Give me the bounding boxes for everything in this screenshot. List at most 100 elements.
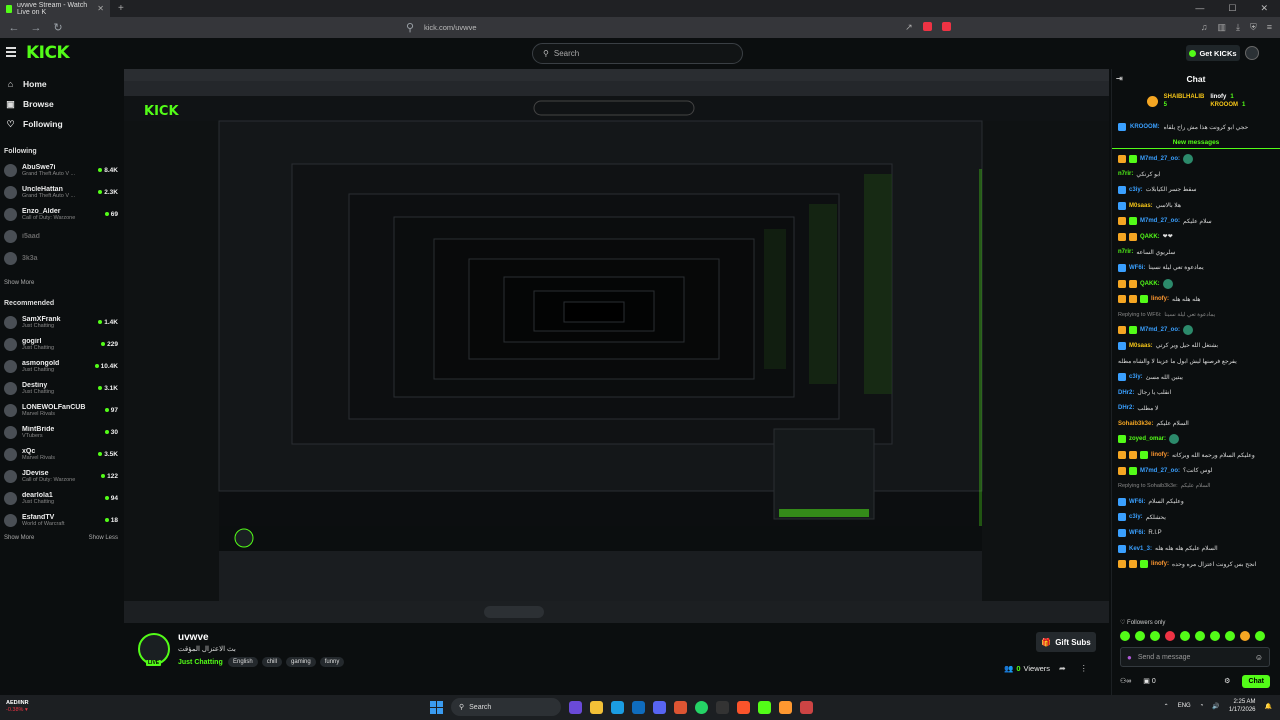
chat-username[interactable]: M7md_27_oo: [1140,468,1180,474]
kicks-chat-icon[interactable]: ⚇∞ [1120,677,1131,685]
shield-icon[interactable]: ⛨ [1250,22,1257,33]
emote[interactable] [1210,631,1220,641]
chat-username[interactable]: c3iy: [1129,514,1143,520]
channel-name[interactable]: uvwve [178,632,209,643]
emoji-icon[interactable]: ☺ [1255,653,1263,662]
sidebar-channel[interactable]: AbuSwe7i Grand Theft Auto V ... 8.4K [0,159,122,181]
emote[interactable] [1165,631,1175,641]
collapse-chat-icon[interactable]: ⇥ [1116,74,1123,83]
discord-icon[interactable] [653,700,666,714]
stream-category[interactable]: Just Chatting [178,659,223,666]
sidebar-channel[interactable]: EsfandTV World of Warcraft 18 [0,509,122,531]
sidebar-channel[interactable]: JDevise Call of Duty: Warzone 122 [0,465,122,487]
edge-icon[interactable] [611,700,624,714]
chat-username[interactable]: WF6i: [1129,530,1145,536]
nav-browse[interactable]: ▣ Browse [0,94,122,114]
emote[interactable] [1195,631,1205,641]
bookmark-icon[interactable]: ⚲ [404,21,416,34]
chat-username[interactable]: linofy: [1151,452,1169,458]
nav-following[interactable]: ♡ Following [0,114,122,134]
kick-app-icon[interactable] [758,700,771,714]
app-icon[interactable] [674,700,687,714]
wifi-icon[interactable]: ◔ [1200,703,1204,709]
steam-icon[interactable] [716,700,729,714]
chat-username[interactable]: M0saas: [1129,343,1153,349]
chat-username[interactable]: zoyed_omar: [1129,436,1166,442]
brave-icon[interactable] [737,700,750,714]
chat-username[interactable]: linofy: [1151,561,1169,567]
notification-icon[interactable]: 🔔 [1265,703,1272,710]
chat-username[interactable]: c3iy: [1129,374,1143,380]
downloads-icon[interactable]: ⤓ [1236,22,1240,33]
tag[interactable]: English [228,657,258,667]
gift-subs-button[interactable]: 🎁 Gift Subs [1036,632,1096,652]
profile-avatar[interactable] [1245,46,1259,60]
tag[interactable]: funny [319,657,345,667]
sidebar-channel[interactable]: asmongold Just Chatting 10.4K [0,355,122,377]
emote[interactable] [1180,631,1190,641]
whatsapp-icon[interactable] [695,700,708,714]
chat-username[interactable]: DHr2: [1118,390,1134,396]
sidebar-channel[interactable]: xQc Marvel Rivals 3.5K [0,443,122,465]
chat-username[interactable]: n7rir: [1118,249,1133,255]
forward-icon[interactable]: → [30,22,42,34]
chat-settings-icon[interactable]: ⚙ [1224,677,1230,685]
tag[interactable]: gaming [286,657,316,667]
lang-indicator[interactable]: ENG [1178,703,1191,709]
menu-icon[interactable]: ≡ [1267,22,1272,33]
pinned-user[interactable]: KROOOM: [1130,124,1160,130]
show-more-button[interactable]: Show More [4,535,34,541]
extension-icon-2[interactable] [941,22,951,31]
chat-username[interactable]: DHr2: [1118,405,1134,411]
tray-arrow-icon[interactable]: ⌃ [1164,703,1169,710]
emote[interactable] [1240,631,1250,641]
hamburger-menu-icon[interactable] [6,47,16,57]
emote[interactable] [1255,631,1265,641]
chat-username[interactable]: M7md_27_oo: [1140,156,1180,162]
video-player[interactable]: KICK [124,69,1109,623]
file-explorer-icon[interactable] [590,700,603,714]
chat-username[interactable]: Kev1_3: [1129,546,1152,552]
chat-username[interactable]: c3iy: [1129,187,1143,193]
copilot-icon[interactable] [569,700,582,714]
sidebar-channel[interactable]: dearlola1 Just Chatting 94 [0,487,122,509]
back-icon[interactable]: ← [8,22,20,34]
maximize-icon[interactable]: ☐ [1228,3,1236,14]
stock-widget[interactable]: AED/INR -0.38% ▾ [6,700,29,714]
chat-username[interactable]: M7md_27_oo: [1140,218,1180,224]
get-kicks-button[interactable]: Get KICKs [1186,45,1240,61]
sidebar-channel[interactable]: UncleHattan Grand Theft Auto V ... 2.3K [0,181,122,203]
music-icon[interactable]: ♫ [1201,22,1208,33]
chat-message-input[interactable]: ● Send a message ☺ [1120,647,1270,667]
nav-home[interactable]: ⌂ Home [0,74,122,94]
leader-name[interactable]: SHAIBLHALIB [1164,94,1205,100]
chat-username[interactable]: M0saas: [1129,203,1153,209]
taskbar-search[interactable]: ⚲ Search [451,698,561,716]
chat-username[interactable]: linofy: [1151,296,1169,302]
chat-username[interactable]: M7md_27_oo: [1140,327,1180,333]
chat-username[interactable]: QAKK: [1140,234,1160,240]
reload-icon[interactable]: ↻ [52,21,64,34]
chat-send-button[interactable]: Chat [1242,674,1270,688]
browser-tab[interactable]: uvwve Stream - Watch Live on K ✕ [0,0,110,17]
emote[interactable] [1150,631,1160,641]
sidebar-channel[interactable]: Enzo_Alder Call of Duty: Warzone 69 [0,203,122,225]
extension-icon[interactable] [922,22,932,31]
sidebar-channel[interactable]: MintBride VTubers 30 [0,421,122,443]
points-icon[interactable]: ▣ 0 [1143,677,1155,685]
share-icon[interactable]: ➦ [1059,664,1066,673]
leader-name[interactable]: linofy [1210,94,1226,100]
url-field[interactable]: kick.com/uvwve [424,23,477,32]
mic-icon[interactable]: ● [1127,653,1132,662]
new-tab-icon[interactable]: + [118,3,124,14]
mail-icon[interactable] [632,700,645,714]
chat-username[interactable]: WF6i: [1129,265,1145,271]
emote[interactable] [1225,631,1235,641]
chat-username[interactable]: QAKK: [1140,281,1160,287]
minimize-icon[interactable]: — [1195,3,1204,14]
emote[interactable] [1135,631,1145,641]
leader-name[interactable]: KROOOM [1210,102,1238,108]
recording-icon[interactable] [800,700,813,714]
share-icon[interactable]: ↗ [905,22,913,33]
close-tab-icon[interactable]: ✕ [97,4,104,13]
